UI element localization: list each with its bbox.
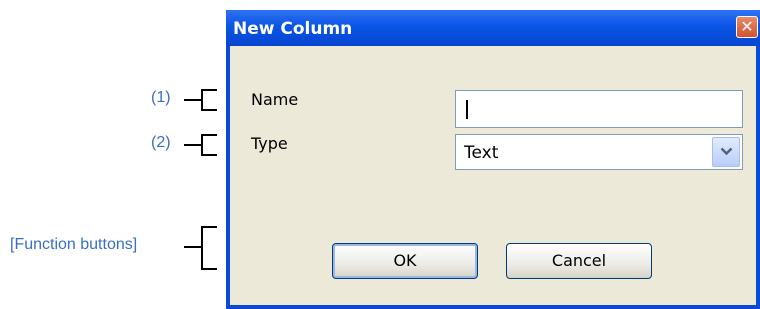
- close-button[interactable]: ✕: [736, 16, 758, 38]
- chevron-down-icon: [720, 147, 733, 156]
- type-label: Type: [251, 134, 288, 153]
- text-caret: [466, 100, 468, 119]
- annotation-marker-2: (2): [151, 134, 171, 151]
- title-bar[interactable]: New Column ✕: [226, 10, 760, 46]
- close-icon: ✕: [740, 17, 754, 36]
- type-dropdown-button[interactable]: [712, 137, 740, 167]
- dialog-title: New Column: [233, 19, 353, 39]
- annotation-leader-3: [184, 246, 202, 248]
- name-input[interactable]: [455, 90, 743, 128]
- dialog-body: Name Type Text OK Cancel: [230, 46, 756, 305]
- annotation-leader-2: [184, 144, 202, 146]
- ok-button[interactable]: OK: [332, 243, 478, 279]
- type-select-value: Text: [464, 143, 499, 163]
- type-select[interactable]: Text: [455, 134, 743, 170]
- annotation-bracket-3: [201, 226, 217, 270]
- annotation-function-buttons: [Function buttons]: [10, 236, 138, 253]
- annotation-bracket-1: [201, 89, 217, 111]
- cancel-button[interactable]: Cancel: [506, 243, 652, 279]
- new-column-dialog: New Column ✕ Name Type Text OK Cancel: [226, 10, 760, 309]
- annotation-bracket-2: [201, 134, 217, 156]
- name-label: Name: [251, 90, 299, 109]
- annotation-leader-1: [184, 99, 202, 101]
- annotation-marker-1: (1): [151, 89, 171, 106]
